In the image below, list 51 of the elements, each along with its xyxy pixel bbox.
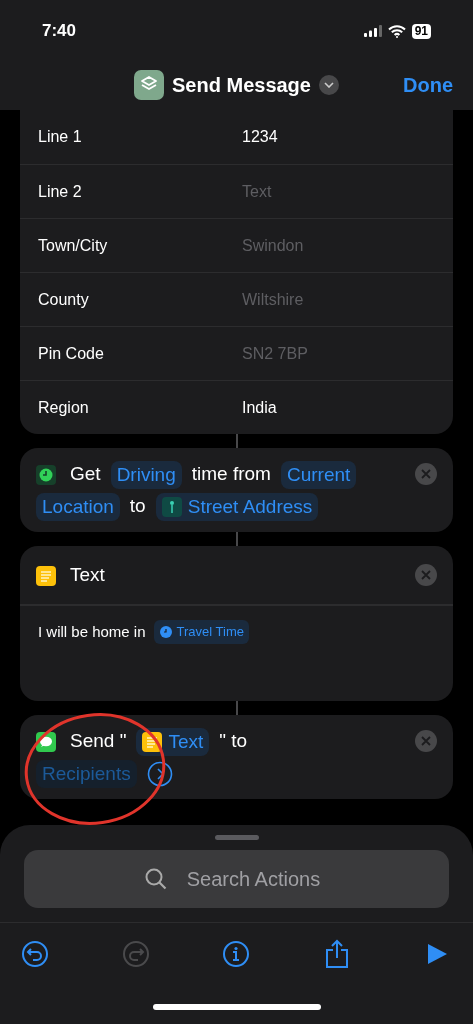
nav-title: Send Message [172,73,311,98]
text-icon [36,565,56,586]
clock-icon [36,465,56,485]
chevron-down-icon [323,82,334,88]
shortcuts-icon [134,70,164,100]
info-icon [222,939,250,968]
action-text: Get [70,463,101,484]
input-field[interactable]: Text [242,179,422,204]
variable-token[interactable]: Travel Time [153,620,249,644]
action-text: to [129,495,146,516]
action-title: Text [70,562,106,587]
variable-token[interactable]: Street Address [155,493,319,521]
field-label: County [38,289,90,310]
variable-token[interactable]: Driving [110,461,182,489]
done-button[interactable]: Done [403,70,453,100]
field-label: Region [38,397,90,418]
close-icon [421,469,431,479]
wifi-icon [387,24,406,38]
chevron-right-icon[interactable] [146,761,173,787]
action-text: time from [191,463,271,484]
field-label: Town/City [38,235,109,256]
clock-icon [158,624,173,639]
signal-icon [363,25,382,37]
variable-token[interactable]: Location [36,493,120,521]
field-label: Line 2 [38,181,83,202]
action-text: " to [219,730,248,751]
input-field[interactable]: 1234 [242,125,422,149]
pin-icon [161,497,182,517]
text-content: I will be home in [38,621,146,642]
battery-indicator: 91 [411,23,431,39]
action-text: Send " [70,730,127,751]
input-field[interactable]: SN2 7BP [242,341,422,366]
share-icon [323,938,350,969]
close-icon [421,736,431,746]
play-icon [426,941,448,966]
input-field[interactable]: India [242,395,422,420]
input-field[interactable]: Wiltshire [242,287,422,312]
input-field[interactable]: Swindon [242,233,422,258]
variable-token[interactable]: Text [136,728,210,756]
close-icon [421,570,431,580]
dropdown-button[interactable] [318,75,339,95]
status-time: 7:40 [42,20,77,43]
field-label: Line 1 [38,127,83,147]
sheet-handle[interactable] [214,835,259,840]
search-field[interactable]: Search Actions [24,850,449,908]
field-label: Pin Code [38,343,105,364]
parameter-token[interactable]: Recipients [36,760,137,788]
search-icon [144,867,168,891]
redo-icon [121,939,150,968]
undo-icon [21,939,49,968]
variable-token[interactable]: Current [280,461,357,489]
